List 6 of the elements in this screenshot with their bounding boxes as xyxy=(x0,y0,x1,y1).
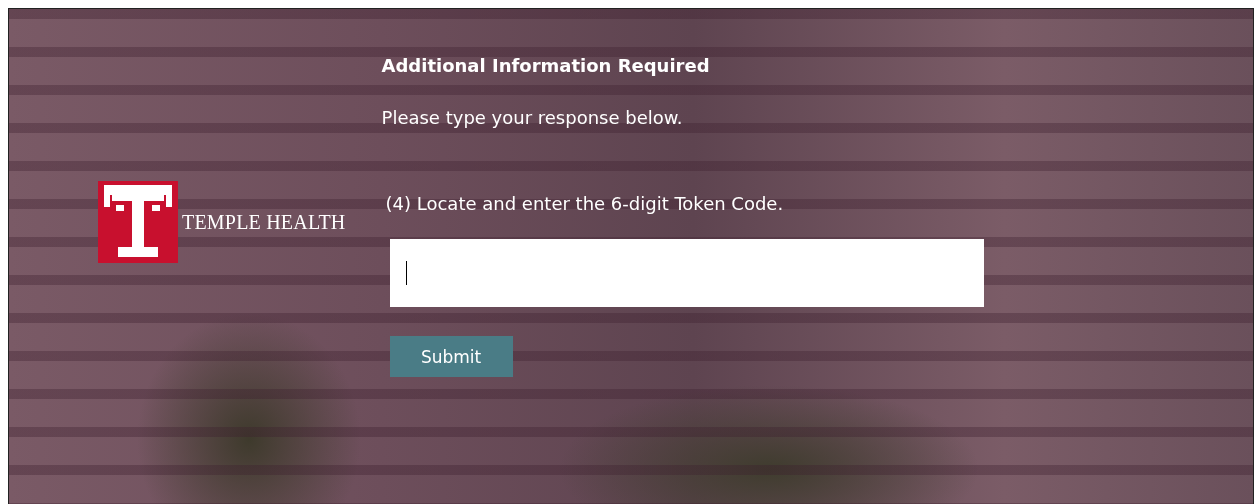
instruction-text: Please type your response below. xyxy=(381,106,684,130)
token-input-field[interactable] xyxy=(389,239,984,307)
form-title: Additional Information Required xyxy=(381,54,711,78)
submit-button[interactable]: Submit xyxy=(389,336,513,377)
prompt-label: (4) Locate and enter the 6-digit Token Code. xyxy=(385,192,785,216)
brand-name: TEMPLE HEALTH xyxy=(182,210,346,234)
